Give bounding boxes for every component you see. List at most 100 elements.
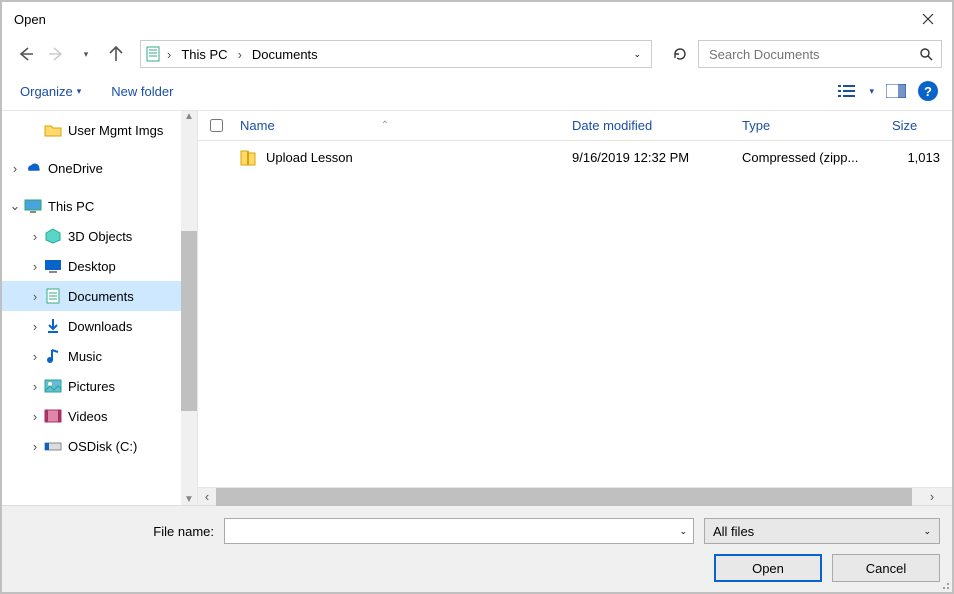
help-button[interactable]: ? (918, 81, 938, 101)
back-button[interactable] (12, 40, 40, 68)
tree-label: This PC (44, 199, 94, 214)
refresh-icon (672, 46, 688, 62)
open-label: Open (752, 561, 784, 576)
expand-icon[interactable]: › (28, 229, 42, 244)
scroll-down-icon[interactable]: ▼ (184, 494, 194, 505)
tree-item-user-mgmt[interactable]: User Mgmt Imgs (2, 115, 197, 145)
expand-icon[interactable]: › (8, 161, 22, 176)
tree-label: Downloads (64, 319, 132, 334)
cancel-button[interactable]: Cancel (832, 554, 940, 582)
cancel-label: Cancel (866, 561, 906, 576)
expand-icon[interactable]: › (28, 439, 42, 454)
tree-item-osdisk[interactable]: › OSDisk (C:) (2, 431, 197, 461)
drive-icon (44, 437, 62, 455)
tree-item-music[interactable]: › Music (2, 341, 197, 371)
file-type-filter[interactable]: All files ⌄ (704, 518, 940, 544)
scroll-right-icon[interactable]: › (912, 489, 952, 504)
folder-icon (44, 121, 62, 139)
col-type-label: Type (742, 118, 770, 133)
tree-item-onedrive[interactable]: › OneDrive (2, 153, 197, 183)
chevron-right-icon: › (236, 47, 244, 62)
up-button[interactable] (102, 40, 130, 68)
tree-label: OneDrive (44, 161, 103, 176)
tree-item-downloads[interactable]: › Downloads (2, 311, 197, 341)
chevron-down-icon: ▾ (84, 49, 89, 60)
tree-item-documents[interactable]: › Documents (2, 281, 197, 311)
organize-menu[interactable]: Organize ▾ (16, 82, 85, 101)
breadcrumb-this-pc[interactable]: This PC (177, 45, 231, 64)
expand-icon[interactable]: › (28, 259, 42, 274)
videos-icon (44, 407, 62, 425)
view-options-button[interactable] (835, 79, 859, 103)
tree-item-this-pc[interactable]: ⌄ This PC (2, 191, 197, 221)
file-row[interactable]: Upload Lesson 9/16/2019 12:32 PM Compres… (198, 141, 952, 173)
list-view-icon (838, 84, 856, 98)
chevron-down-icon: ▾ (77, 86, 82, 97)
tree-item-pictures[interactable]: › Pictures (2, 371, 197, 401)
preview-pane-icon (886, 84, 906, 98)
pictures-icon (44, 377, 62, 395)
chevron-down-icon[interactable]: ⌄ (633, 49, 641, 60)
tree-item-3d-objects[interactable]: › 3D Objects (2, 221, 197, 251)
address-bar[interactable]: › This PC › Documents ⌄ (140, 40, 652, 68)
select-all-checkbox[interactable] (210, 119, 223, 132)
preview-pane-button[interactable] (884, 79, 908, 103)
search-input[interactable] (707, 46, 919, 63)
horizontal-scrollbar[interactable]: ‹ › (198, 487, 952, 505)
expand-icon[interactable]: › (28, 349, 42, 364)
open-button[interactable]: Open (714, 554, 822, 582)
expand-icon[interactable]: › (28, 409, 42, 424)
arrow-left-icon (17, 45, 35, 63)
recent-dropdown[interactable]: ▾ (72, 40, 100, 68)
col-date[interactable]: Date modified (572, 118, 742, 133)
new-folder-button[interactable]: New folder (107, 82, 177, 101)
col-name[interactable]: Name ⌃ (234, 118, 572, 133)
refresh-button[interactable] (666, 40, 694, 68)
file-date: 9/16/2019 12:32 PM (572, 150, 742, 165)
scroll-left-icon[interactable]: ‹ (198, 489, 216, 504)
tree-label: Desktop (64, 259, 116, 274)
resize-grip-icon[interactable] (938, 578, 950, 590)
col-type[interactable]: Type (742, 118, 892, 133)
expand-icon[interactable]: › (28, 379, 42, 394)
onedrive-icon (24, 159, 42, 177)
footer: File name: ⌄ All files ⌄ Open Cancel (2, 505, 952, 592)
window-title: Open (14, 12, 46, 27)
breadcrumb-documents[interactable]: Documents (248, 45, 322, 64)
document-icon (44, 287, 62, 305)
tree-item-desktop[interactable]: › Desktop (2, 251, 197, 281)
3d-icon (44, 227, 62, 245)
forward-button[interactable] (42, 40, 70, 68)
file-type: Compressed (zipp... (742, 150, 892, 165)
chevron-down-icon[interactable]: ▾ (869, 86, 874, 97)
download-icon (44, 317, 62, 335)
file-list-header: Name ⌃ Date modified Type Size (198, 111, 952, 141)
body: User Mgmt Imgs › OneDrive ⌄ This PC › (2, 110, 952, 505)
desktop-icon (44, 257, 62, 275)
expand-icon[interactable]: › (28, 289, 42, 304)
search-box[interactable] (698, 40, 942, 68)
tree-label: Music (64, 349, 102, 364)
expand-icon[interactable]: › (28, 319, 42, 334)
music-icon (44, 347, 62, 365)
arrow-right-icon (47, 45, 65, 63)
chevron-down-icon: ⌄ (923, 526, 931, 537)
col-size[interactable]: Size (892, 118, 952, 133)
scroll-thumb[interactable] (216, 488, 912, 506)
tree-scroll-thumb[interactable] (181, 231, 197, 411)
open-dialog: Open ▾ › This PC › Documents ⌄ (0, 0, 954, 594)
scroll-up-icon[interactable]: ▲ (184, 111, 194, 122)
tree-label: Pictures (64, 379, 115, 394)
new-folder-label: New folder (111, 84, 173, 99)
col-date-label: Date modified (572, 118, 652, 133)
toolbar: Organize ▾ New folder ▾ ? (2, 72, 952, 110)
chevron-down-icon: ⌄ (679, 526, 687, 537)
filter-label: All files (713, 524, 754, 539)
collapse-icon[interactable]: ⌄ (8, 198, 22, 214)
close-button[interactable] (908, 5, 948, 33)
filename-combo[interactable]: ⌄ (224, 518, 694, 544)
nav-tree: User Mgmt Imgs › OneDrive ⌄ This PC › (2, 111, 198, 505)
col-name-label: Name (240, 118, 275, 133)
tree-item-videos[interactable]: › Videos (2, 401, 197, 431)
file-name: Upload Lesson (266, 150, 353, 165)
